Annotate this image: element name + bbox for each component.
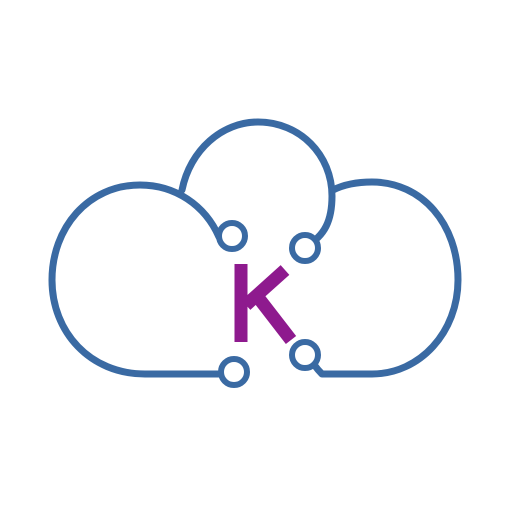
- node-lower-left: [218, 356, 250, 388]
- cloud-logo-icon: [48, 118, 462, 388]
- node-upper-right: [289, 232, 321, 264]
- node-upper-left: [216, 220, 248, 252]
- letter-k-mark: [234, 264, 297, 344]
- cloud-left-lobe: [48, 181, 226, 378]
- cloud-top-lobe: [178, 118, 336, 250]
- k-lower-leg: [251, 292, 297, 344]
- node-lower-right: [289, 339, 321, 371]
- logo-canvas: [0, 0, 512, 512]
